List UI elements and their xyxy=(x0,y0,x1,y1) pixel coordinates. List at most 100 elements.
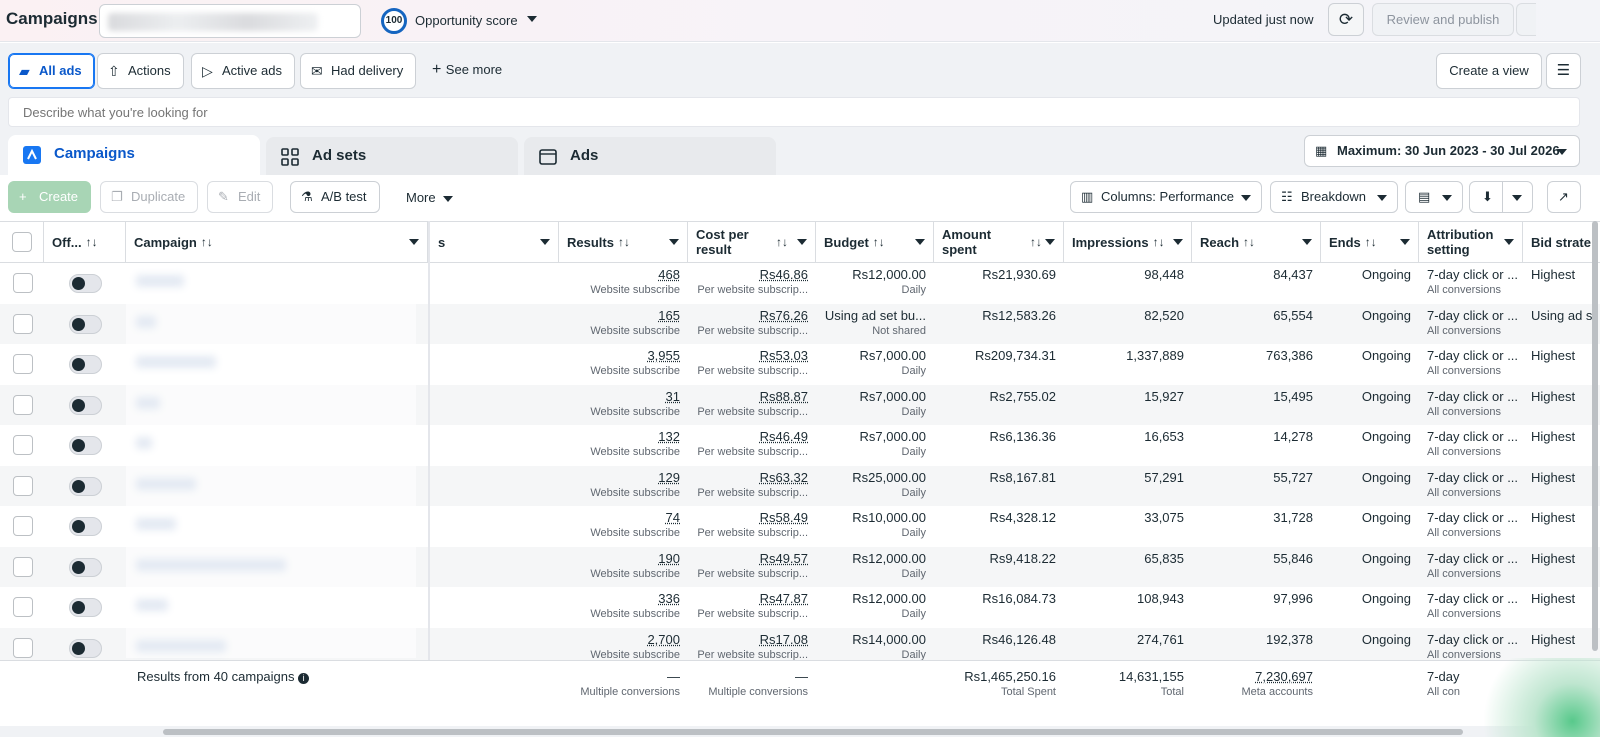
account-selector[interactable] xyxy=(99,4,361,38)
header-reach[interactable]: Reach ↑↓ xyxy=(1192,222,1321,262)
search-input[interactable] xyxy=(8,97,1580,127)
tab-ads[interactable]: Ads xyxy=(524,137,776,175)
campaign-toggle[interactable] xyxy=(69,517,102,536)
reports-button[interactable]: ▤ xyxy=(1405,181,1463,213)
results-value[interactable]: 468 xyxy=(658,267,680,282)
sort-icon[interactable]: ↑↓ xyxy=(1365,235,1377,249)
more-button[interactable]: More xyxy=(406,190,454,205)
campaign-toggle[interactable] xyxy=(69,395,102,415)
results-value[interactable]: 190 xyxy=(658,551,680,566)
chevron-down-icon[interactable] xyxy=(409,239,419,245)
cost-per-result-value[interactable]: Rs88.87 xyxy=(760,389,808,404)
chevron-down-icon[interactable] xyxy=(1302,239,1312,245)
sort-icon[interactable]: ↑↓ xyxy=(1243,235,1255,249)
row-checkbox[interactable] xyxy=(13,475,33,496)
row-checkbox[interactable] xyxy=(13,273,33,293)
campaign-toggle[interactable] xyxy=(69,638,102,658)
results-value[interactable]: 3,955 xyxy=(647,348,680,363)
budget-cell[interactable]: Using ad set bu... Not shared xyxy=(816,304,934,344)
tab-ad-sets[interactable]: Ad sets xyxy=(266,137,518,175)
cost-per-result-value[interactable]: Rs63.32 xyxy=(760,470,808,485)
budget-cell[interactable]: Rs7,000.00 Daily xyxy=(816,344,934,384)
row-checkbox[interactable] xyxy=(13,597,33,617)
columns-button[interactable]: ▥ Columns: Performance xyxy=(1070,181,1262,213)
row-checkbox[interactable] xyxy=(13,354,33,374)
header-attribution[interactable]: Attribution setting xyxy=(1419,222,1523,262)
chevron-down-icon[interactable] xyxy=(1045,239,1055,245)
select-all-checkbox[interactable] xyxy=(12,232,32,252)
opportunity-score-badge[interactable]: 100 xyxy=(381,8,407,34)
info-icon[interactable]: i xyxy=(298,673,310,684)
cost-per-result-value[interactable]: Rs47.87 xyxy=(760,591,808,606)
campaign-toggle[interactable] xyxy=(69,476,102,496)
campaign-toggle[interactable] xyxy=(69,355,102,374)
row-checkbox[interactable] xyxy=(13,435,33,455)
horizontal-scrollbar[interactable] xyxy=(163,729,1463,735)
cost-per-result-value[interactable]: Rs76.26 xyxy=(760,308,808,323)
results-value[interactable]: 132 xyxy=(658,429,680,444)
sort-icon[interactable]: ↑↓ xyxy=(1153,235,1165,249)
refresh-button[interactable]: ⟳ xyxy=(1328,3,1364,36)
filter-active-ads[interactable]: ▷ Active ads xyxy=(191,53,295,89)
header-budget[interactable]: Budget ↑↓ xyxy=(816,222,934,262)
budget-cell[interactable]: Rs12,000.00 Daily xyxy=(816,263,934,303)
cost-per-result-value[interactable]: Rs46.49 xyxy=(760,429,808,444)
summary-value[interactable]: 7,230,697 xyxy=(1255,669,1313,684)
campaign-toggle[interactable] xyxy=(69,314,102,334)
budget-cell[interactable]: Rs25,000.00 Daily xyxy=(816,466,934,506)
sort-icon[interactable]: ↑↓ xyxy=(201,235,213,249)
breakdown-button[interactable]: ☷ Breakdown xyxy=(1270,181,1398,213)
chart-toggle-button[interactable]: ↗ xyxy=(1547,181,1581,213)
publish-menu-button[interactable] xyxy=(1516,3,1536,36)
row-checkbox[interactable] xyxy=(13,637,33,658)
header-impressions[interactable]: Impressions ↑↓ xyxy=(1064,222,1192,262)
chevron-down-icon[interactable] xyxy=(1173,239,1183,245)
row-checkbox[interactable] xyxy=(13,394,33,415)
review-publish-button[interactable]: Review and publish xyxy=(1372,3,1514,36)
header-amount-spent[interactable]: Amount spent ↑↓ xyxy=(934,222,1064,262)
header-cost-per-result[interactable]: Cost per result ↑↓ xyxy=(688,222,816,262)
cost-per-result-value[interactable]: Rs49.57 xyxy=(760,551,808,566)
campaign-toggle[interactable] xyxy=(69,274,102,293)
results-value[interactable]: 2,700 xyxy=(647,632,680,647)
budget-cell[interactable]: Rs10,000.00 Daily xyxy=(816,506,934,546)
sort-icon[interactable]: ↑↓ xyxy=(86,235,98,249)
results-value[interactable]: 74 xyxy=(666,510,680,525)
chevron-down-icon[interactable] xyxy=(1400,239,1410,245)
campaign-toggle[interactable] xyxy=(69,598,102,617)
sort-icon[interactable]: ↑↓ xyxy=(873,235,885,249)
filter-had-delivery[interactable]: ✉ Had delivery xyxy=(300,53,417,89)
cost-per-result-value[interactable]: Rs58.49 xyxy=(760,510,808,525)
row-checkbox[interactable] xyxy=(13,516,33,536)
campaign-toggle[interactable] xyxy=(69,436,102,455)
budget-cell[interactable]: Rs7,000.00 Daily xyxy=(816,385,934,425)
results-value[interactable]: 129 xyxy=(658,470,680,485)
header-ends[interactable]: Ends ↑↓ xyxy=(1321,222,1419,262)
create-view-button[interactable]: Create a view xyxy=(1436,53,1542,89)
vertical-scrollbar[interactable] xyxy=(1592,221,1598,651)
row-checkbox[interactable] xyxy=(13,556,33,577)
filter-all-ads[interactable]: ▰ All ads xyxy=(8,53,95,89)
chevron-down-icon[interactable] xyxy=(797,239,807,245)
results-value[interactable]: 165 xyxy=(658,308,680,323)
header-delivery[interactable]: s xyxy=(430,222,559,262)
budget-cell[interactable]: Rs12,000.00 Daily xyxy=(816,587,934,627)
cost-per-result-value[interactable]: Rs53.03 xyxy=(760,348,808,363)
duplicate-button[interactable]: ❐ Duplicate xyxy=(100,181,199,213)
view-settings-button[interactable]: ☰ xyxy=(1546,53,1581,89)
chevron-down-icon[interactable] xyxy=(1504,239,1514,245)
cost-per-result-value[interactable]: Rs46.86 xyxy=(760,267,808,282)
filter-actions[interactable]: ⇧ Actions xyxy=(97,53,184,89)
sort-icon[interactable]: ↑↓ xyxy=(618,235,630,249)
results-value[interactable]: 336 xyxy=(658,591,680,606)
create-button[interactable]: + Create xyxy=(8,181,92,213)
budget-cell[interactable]: Rs12,000.00 Daily xyxy=(816,547,934,587)
row-checkbox[interactable] xyxy=(13,313,33,334)
sort-icon[interactable]: ↑↓ xyxy=(1030,235,1042,249)
tab-campaigns[interactable]: Campaigns xyxy=(8,135,260,175)
header-bid-strategy[interactable]: Bid strate xyxy=(1523,222,1600,262)
cost-per-result-value[interactable]: Rs17.08 xyxy=(760,632,808,647)
edit-button[interactable]: ✎ Edit xyxy=(207,181,274,213)
chevron-down-icon[interactable] xyxy=(540,239,550,245)
date-range-picker[interactable]: ▦ Maximum: 30 Jun 2023 - 30 Jul 2026 xyxy=(1304,135,1580,167)
